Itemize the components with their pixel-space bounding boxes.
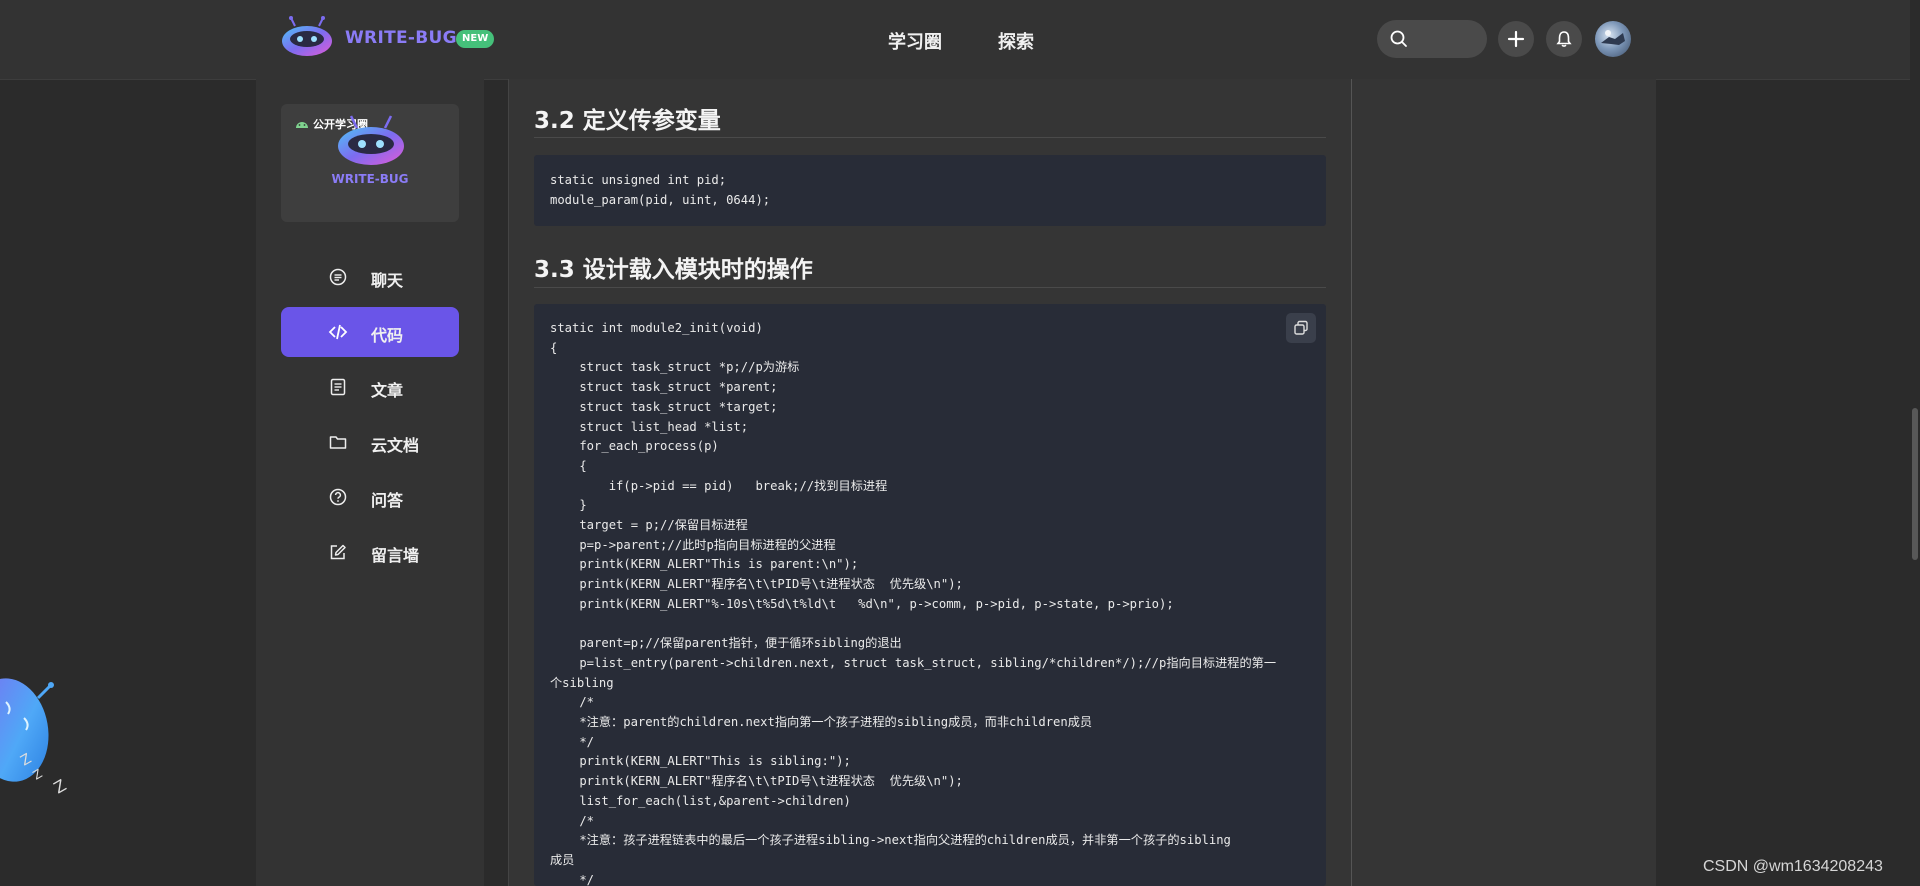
nav-study-circle[interactable]: 学习圈 (888, 28, 942, 54)
heading-divider (534, 137, 1326, 138)
nav-explore[interactable]: 探索 (998, 28, 1034, 54)
question-icon (329, 488, 347, 506)
sidebar-item-label: 代码 (371, 326, 404, 345)
sidebar-item-label: 问答 (371, 491, 404, 510)
group-logo-icon (338, 115, 404, 165)
sidebar-item-chat[interactable]: 聊天 (281, 252, 459, 302)
sidebar-item-message-wall[interactable]: 留言墙 (281, 527, 459, 577)
bell-icon (1556, 31, 1572, 47)
top-nav-bar: WRITE-BUG NEW 学习圈 探索 (0, 0, 1920, 80)
folder-icon (329, 436, 347, 449)
right-panel (1352, 79, 1656, 886)
code-icon (328, 324, 348, 340)
create-button[interactable] (1498, 21, 1534, 57)
chat-icon (329, 268, 347, 286)
code-block-module-init[interactable]: static int module2_init(void) { struct t… (534, 304, 1326, 886)
group-brand: WRITE-BUG (331, 172, 409, 186)
plus-icon (1507, 30, 1525, 48)
sidebar-item-label: 留言墙 (371, 546, 420, 565)
notifications-button[interactable] (1546, 21, 1582, 57)
sleeping-mascot-icon[interactable]: Z Z Z (0, 664, 80, 804)
copy-icon (1294, 320, 1308, 335)
code-text[interactable]: static int module2_init(void) { struct t… (550, 319, 1276, 886)
group-card[interactable]: 公开学习圈 WRITE-BUG (281, 104, 459, 222)
sidebar-item-label: 聊天 (371, 271, 404, 290)
sidebar-item-label: 文章 (371, 381, 404, 400)
write-bug-logo-icon[interactable] (280, 16, 334, 58)
copy-code-button[interactable] (1286, 313, 1316, 343)
section-heading-3-2: 3.2 定义传参变量 (534, 108, 721, 134)
csdn-watermark: CSDN @wm1634208243 (1703, 858, 1883, 875)
section-heading-3-3: 3.3 设计载入模块时的操作 (534, 257, 813, 283)
scrollbar-thumb[interactable] (1912, 408, 1918, 560)
search-icon (1390, 30, 1407, 47)
android-icon (296, 122, 308, 128)
avatar-image-icon (1601, 30, 1625, 45)
sidebar-item-code[interactable]: 代码 (281, 307, 459, 357)
user-avatar[interactable] (1595, 21, 1631, 57)
code-block-module-param[interactable]: static unsigned int pid; module_param(pi… (534, 155, 1326, 226)
svg-text:Z: Z (51, 776, 70, 798)
article-icon (330, 378, 346, 396)
brand-name[interactable]: WRITE-BUG (345, 28, 457, 48)
sidebar-item-label: 云文档 (371, 436, 420, 455)
code-text[interactable]: static unsigned int pid; module_param(pi… (550, 171, 770, 210)
sidebar-item-cloud-docs[interactable]: 云文档 (281, 417, 459, 467)
edit-icon (330, 544, 346, 560)
sidebar-item-qa[interactable]: 问答 (281, 472, 459, 522)
sidebar-item-articles[interactable]: 文章 (281, 362, 459, 412)
svg-text:Z: Z (31, 766, 45, 782)
heading-divider (534, 287, 1326, 288)
search-input[interactable] (1377, 20, 1487, 58)
new-badge: NEW (456, 30, 495, 48)
